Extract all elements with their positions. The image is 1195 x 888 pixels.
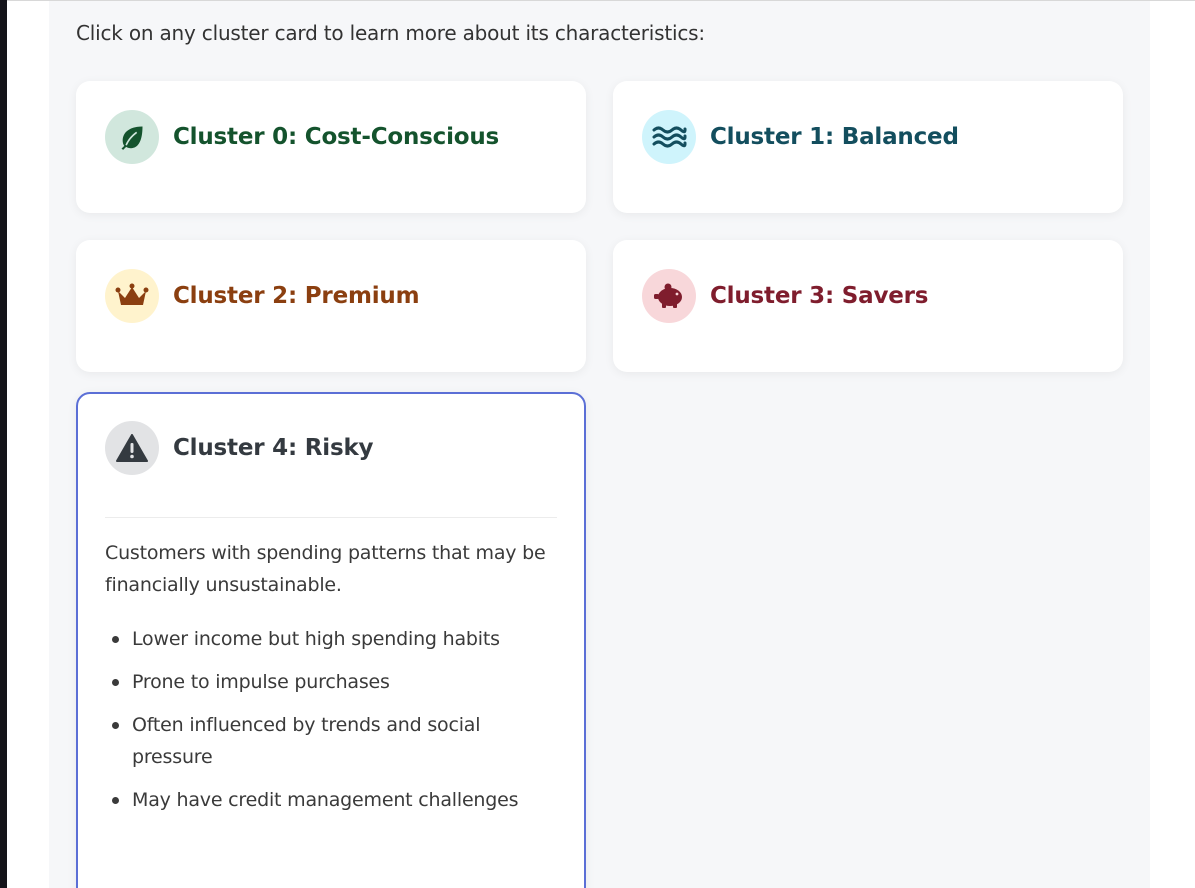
crown-icon <box>105 269 159 323</box>
list-item: May have credit management challenges <box>105 784 555 816</box>
leaf-icon <box>105 110 159 164</box>
card-header: Cluster 0: Cost-Conscious <box>105 110 499 164</box>
cluster-panel: Click on any cluster card to learn more … <box>49 1 1150 888</box>
card-header: Cluster 3: Savers <box>642 269 928 323</box>
cluster-card-2[interactable]: Cluster 2: Premium <box>76 240 586 372</box>
card-title: Cluster 3: Savers <box>710 283 929 309</box>
cluster-card-4[interactable]: Cluster 4: Risky Customers with spending… <box>76 392 586 888</box>
water-waves-icon <box>642 110 696 164</box>
card-header: Cluster 4: Risky <box>105 421 374 475</box>
card-title: Cluster 2: Premium <box>173 283 420 309</box>
warning-icon <box>105 421 159 475</box>
cluster-card-1[interactable]: Cluster 1: Balanced <box>613 81 1123 213</box>
card-header: Cluster 1: Balanced <box>642 110 959 164</box>
card-title: Cluster 1: Balanced <box>710 124 959 150</box>
card-divider <box>105 517 557 518</box>
list-item: Prone to impulse purchases <box>105 666 555 698</box>
list-item: Often influenced by trends and social pr… <box>105 709 555 773</box>
app-window: Click on any cluster card to learn more … <box>7 0 1195 888</box>
card-title: Cluster 4: Risky <box>173 435 374 461</box>
cluster-card-0[interactable]: Cluster 0: Cost-Conscious <box>76 81 586 213</box>
list-item: Lower income but high spending habits <box>105 623 555 655</box>
piggy-bank-icon <box>642 269 696 323</box>
cluster-card-3[interactable]: Cluster 3: Savers <box>613 240 1123 372</box>
card-title: Cluster 0: Cost-Conscious <box>173 124 500 150</box>
trait-list: Lower income but high spending habits Pr… <box>105 623 555 827</box>
card-header: Cluster 2: Premium <box>105 269 420 323</box>
intro-text: Click on any cluster card to learn more … <box>76 21 705 45</box>
cluster-description: Customers with spending patterns that ma… <box>105 542 546 596</box>
